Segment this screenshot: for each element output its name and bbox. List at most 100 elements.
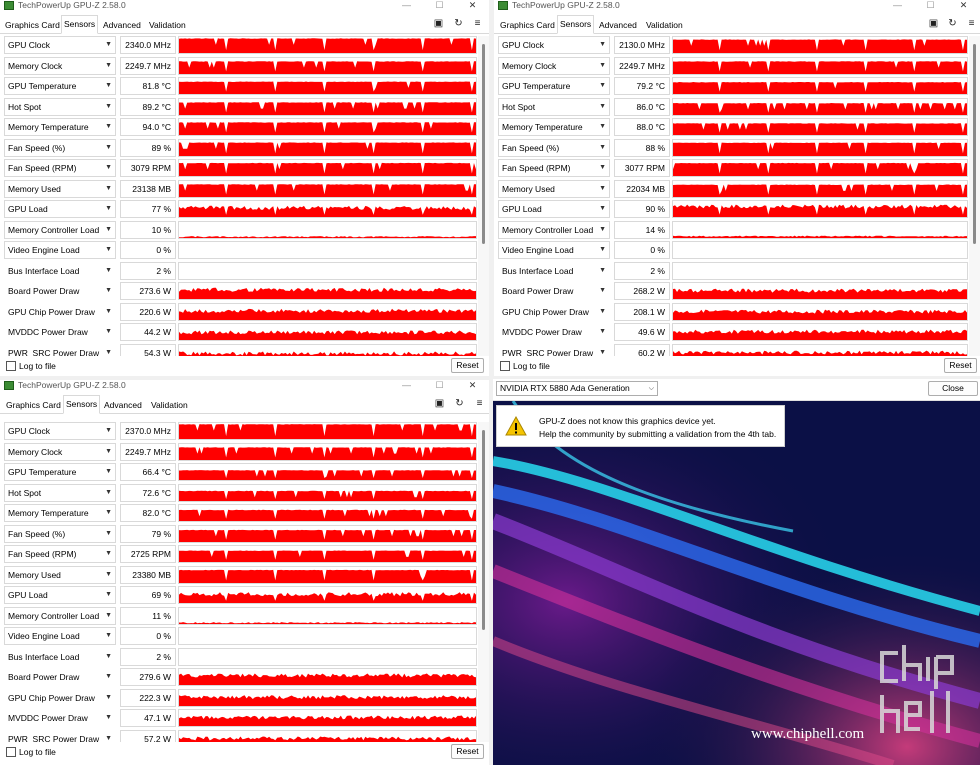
sensor-name-dropdown[interactable]: Memory Clock ▼ [4, 56, 116, 75]
sensor-name-dropdown[interactable]: Memory Temperature ▼ [498, 118, 610, 136]
dropdown-arrow-icon[interactable]: ▼ [105, 99, 112, 115]
sensor-name-dropdown[interactable]: MVDDC Power Draw ▼ [4, 709, 116, 727]
minimize-icon[interactable]: — [390, 0, 423, 12]
dropdown-arrow-icon[interactable]: ▼ [599, 37, 606, 53]
dropdown-arrow-icon[interactable]: ▼ [599, 58, 606, 74]
sensor-name-dropdown[interactable]: Fan Speed (RPM) ▼ [4, 159, 116, 177]
sensor-name-dropdown[interactable]: Hot Spot ▼ [4, 483, 116, 502]
dropdown-arrow-icon[interactable]: ▼ [599, 324, 606, 340]
close-button[interactable]: Close [928, 381, 978, 396]
sensor-name-dropdown[interactable]: Fan Speed (%) ▼ [4, 524, 116, 543]
sensor-name-dropdown[interactable]: Fan Speed (RPM) ▼ [498, 159, 610, 177]
dropdown-arrow-icon[interactable]: ▼ [105, 628, 112, 644]
scrollbar[interactable] [478, 422, 489, 742]
dropdown-arrow-icon[interactable]: ▼ [599, 222, 606, 238]
sensor-name-dropdown[interactable]: Video Engine Load ▼ [498, 241, 610, 259]
refresh-icon[interactable]: ↻ [453, 18, 464, 29]
tab-sensors[interactable]: Sensors [61, 15, 99, 34]
dropdown-arrow-icon[interactable]: ▼ [599, 304, 606, 320]
dropdown-arrow-icon[interactable]: ▼ [105, 201, 112, 217]
reset-button[interactable]: Reset [451, 744, 484, 759]
dropdown-arrow-icon[interactable]: ▼ [599, 119, 606, 135]
dropdown-arrow-icon[interactable]: ▼ [105, 649, 112, 665]
menu-icon[interactable]: ≡ [966, 18, 977, 29]
dropdown-arrow-icon[interactable]: ▼ [105, 444, 112, 460]
scrollbar-thumb[interactable] [482, 430, 485, 630]
dropdown-arrow-icon[interactable]: ▼ [105, 710, 112, 726]
sensor-name-dropdown[interactable]: GPU Temperature ▼ [4, 463, 116, 481]
reset-button[interactable]: Reset [451, 358, 484, 373]
dropdown-arrow-icon[interactable]: ▼ [105, 160, 112, 176]
scrollbar[interactable] [969, 36, 980, 356]
dropdown-arrow-icon[interactable]: ▼ [599, 78, 606, 94]
scrollbar-thumb[interactable] [973, 44, 976, 244]
sensor-name-dropdown[interactable]: GPU Clock ▼ [4, 36, 116, 54]
sensor-name-dropdown[interactable]: Memory Controller Load ▼ [4, 220, 116, 239]
dropdown-arrow-icon[interactable]: ▼ [105, 324, 112, 340]
sensor-name-dropdown[interactable]: Memory Clock ▼ [4, 442, 116, 461]
tab-advanced[interactable]: Advanced [597, 18, 639, 34]
dropdown-arrow-icon[interactable]: ▼ [105, 526, 112, 542]
sensor-name-dropdown[interactable]: Memory Controller Load ▼ [498, 220, 610, 239]
sensor-name-dropdown[interactable]: GPU Load ▼ [498, 200, 610, 218]
dropdown-arrow-icon[interactable]: ▼ [105, 669, 112, 685]
scrollbar[interactable] [478, 36, 489, 356]
camera-icon[interactable]: ▣ [433, 18, 444, 29]
reset-button[interactable]: Reset [944, 358, 977, 373]
sensor-name-dropdown[interactable]: Hot Spot ▼ [4, 97, 116, 116]
dropdown-arrow-icon[interactable]: ▼ [105, 587, 112, 603]
dropdown-arrow-icon[interactable]: ▼ [105, 58, 112, 74]
tab-sensors[interactable]: Sensors [557, 15, 595, 34]
maximize-icon[interactable]: ☐ [423, 0, 456, 12]
dropdown-arrow-icon[interactable]: ▼ [105, 464, 112, 480]
scrollbar-thumb[interactable] [482, 44, 485, 244]
dropdown-arrow-icon[interactable]: ▼ [105, 345, 112, 357]
tab-advanced[interactable]: Advanced [102, 398, 144, 414]
dropdown-arrow-icon[interactable]: ▼ [105, 78, 112, 94]
tab-graphics-card[interactable]: Graphics Card [3, 18, 62, 34]
minimize-icon[interactable]: — [390, 380, 423, 392]
dropdown-arrow-icon[interactable]: ▼ [599, 263, 606, 279]
close-icon[interactable]: ✕ [456, 380, 489, 392]
dropdown-arrow-icon[interactable]: ▼ [105, 423, 112, 439]
dropdown-arrow-icon[interactable]: ▼ [105, 181, 112, 197]
refresh-icon[interactable]: ↻ [454, 398, 465, 409]
dropdown-arrow-icon[interactable]: ▼ [599, 345, 606, 357]
sensor-name-dropdown[interactable]: GPU Chip Power Draw ▼ [4, 302, 116, 321]
sensor-name-dropdown[interactable]: Fan Speed (RPM) ▼ [4, 545, 116, 563]
dropdown-arrow-icon[interactable]: ▼ [105, 263, 112, 279]
sensor-name-dropdown[interactable]: Video Engine Load ▼ [4, 627, 116, 645]
sensor-name-dropdown[interactable]: MVDDC Power Draw ▼ [498, 323, 610, 341]
dropdown-arrow-icon[interactable]: ▼ [105, 242, 112, 258]
sensor-name-dropdown[interactable]: PWR_SRC Power Draw ▼ [4, 729, 116, 743]
dropdown-arrow-icon[interactable]: ▼ [105, 690, 112, 706]
dropdown-arrow-icon[interactable]: ▼ [599, 242, 606, 258]
maximize-icon[interactable]: ☐ [914, 0, 947, 12]
camera-icon[interactable]: ▣ [434, 398, 445, 409]
refresh-icon[interactable]: ↻ [947, 18, 958, 29]
log-to-file-checkbox[interactable] [6, 747, 16, 757]
dropdown-arrow-icon[interactable]: ▼ [105, 222, 112, 238]
sensor-name-dropdown[interactable]: GPU Temperature ▼ [4, 77, 116, 95]
log-to-file-checkbox[interactable] [500, 361, 510, 371]
dropdown-arrow-icon[interactable]: ▼ [105, 505, 112, 521]
sensor-name-dropdown[interactable]: Video Engine Load ▼ [4, 241, 116, 259]
dropdown-arrow-icon[interactable]: ▼ [599, 99, 606, 115]
dropdown-arrow-icon[interactable]: ▼ [105, 731, 112, 743]
tab-graphics-card[interactable]: Graphics Card [4, 398, 63, 414]
sensor-name-dropdown[interactable]: Board Power Draw ▼ [4, 282, 116, 300]
sensor-name-dropdown[interactable]: Memory Used ▼ [4, 565, 116, 584]
device-select[interactable]: NVIDIA RTX 5880 Ada Generation ⌵ [496, 381, 658, 396]
sensor-name-dropdown[interactable]: Hot Spot ▼ [498, 97, 610, 116]
sensor-name-dropdown[interactable]: Memory Temperature ▼ [4, 504, 116, 522]
dropdown-arrow-icon[interactable]: ▼ [599, 181, 606, 197]
sensor-name-dropdown[interactable]: Memory Used ▼ [498, 179, 610, 198]
camera-icon[interactable]: ▣ [928, 18, 939, 29]
sensor-name-dropdown[interactable]: GPU Chip Power Draw ▼ [4, 688, 116, 707]
dropdown-arrow-icon[interactable]: ▼ [105, 140, 112, 156]
dropdown-arrow-icon[interactable]: ▼ [599, 140, 606, 156]
sensor-name-dropdown[interactable]: GPU Chip Power Draw ▼ [498, 302, 610, 321]
log-to-file-checkbox[interactable] [6, 361, 16, 371]
sensor-name-dropdown[interactable]: Bus Interface Load ▼ [4, 261, 116, 280]
dropdown-arrow-icon[interactable]: ▼ [599, 283, 606, 299]
